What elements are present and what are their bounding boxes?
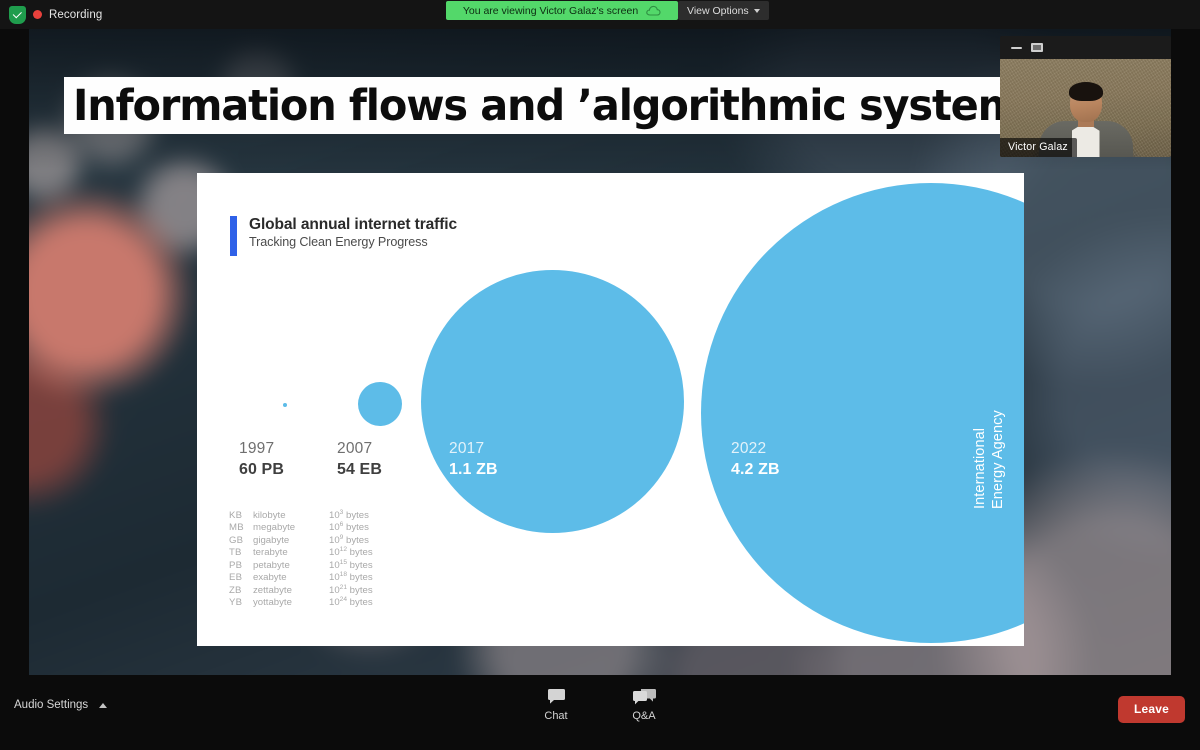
- chart-subtitle: Tracking Clean Energy Progress: [249, 235, 428, 249]
- participant-video-panel[interactable]: Victor Galaz: [1000, 36, 1171, 157]
- recording-indicator: Recording: [9, 5, 103, 24]
- video-feed: Victor Galaz: [1000, 59, 1171, 157]
- recording-dot-icon: [33, 10, 42, 19]
- cloud-icon: [646, 5, 661, 16]
- chart-source-line-2: Energy Agency: [989, 410, 1006, 509]
- qa-bubbles-icon: [632, 689, 656, 705]
- data-label-2017: 2017 1.1 ZB: [449, 439, 498, 480]
- maximize-icon[interactable]: [1031, 43, 1043, 52]
- bubble-2017: [421, 270, 684, 533]
- participant-name-label: Victor Galaz: [1000, 138, 1077, 157]
- unit-name: zettabyte: [253, 584, 292, 596]
- data-label-2007: 2007 54 EB: [337, 439, 382, 480]
- data-label-year: 1997: [239, 440, 275, 457]
- unit-abbr: PB: [229, 559, 243, 571]
- unit-bytes: 1012 bytes: [329, 546, 373, 559]
- unit-bytes: 1024 bytes: [329, 595, 373, 609]
- data-label-2022: 2022 4.2 ZB: [731, 439, 780, 480]
- meeting-bottom-bar: Audio Settings Chat Q&A Leave: [0, 675, 1200, 750]
- video-panel-controls: [1000, 36, 1171, 59]
- data-label-1997: 1997 60 PB: [239, 439, 284, 480]
- unit-name: megabyte: [253, 522, 296, 534]
- minimize-icon[interactable]: [1011, 46, 1022, 49]
- unit-abbr: MB: [229, 522, 244, 534]
- data-label-value: 54 EB: [337, 461, 382, 478]
- data-label-value: 1.1 ZB: [449, 461, 498, 478]
- chevron-down-icon: [753, 8, 760, 13]
- unit-abbr: KB: [229, 510, 243, 521]
- chart-source: International Energy Agency: [972, 369, 1007, 509]
- unit-legend-row: PB petabyte 1015 bytes: [229, 558, 373, 572]
- data-label-year: 2017: [449, 440, 485, 457]
- unit-name: gigabyte: [253, 534, 290, 546]
- unit-legend-row: ZB zettabyte 1021 bytes: [229, 583, 373, 597]
- unit-name: terabyte: [253, 547, 288, 559]
- unit-abbr: ZB: [229, 584, 242, 596]
- data-label-year: 2007: [337, 440, 373, 457]
- qa-button[interactable]: Q&A: [617, 689, 671, 722]
- unit-legend-row: KB kilobyte 103 bytes: [229, 508, 373, 522]
- chat-label: Chat: [544, 710, 568, 722]
- data-label-value: 60 PB: [239, 461, 284, 478]
- unit-legend-row: YB yottabyte 1024 bytes: [229, 595, 373, 609]
- unit-bytes: 106 bytes: [329, 521, 369, 534]
- slide-title-bar: Information flows and ’algorithmic syste…: [64, 77, 1143, 134]
- unit-bytes: 1021 bytes: [329, 583, 373, 596]
- chart-card: Global annual internet traffic Tracking …: [197, 173, 1024, 646]
- shield-check-icon: [9, 5, 26, 24]
- unit-name: petabyte: [253, 559, 290, 571]
- zoom-meeting-window: Recording You are viewing Victor Galaz's…: [0, 0, 1200, 750]
- data-label-year: 2022: [731, 440, 767, 457]
- unit-name: exabyte: [253, 572, 287, 584]
- view-options-button[interactable]: View Options: [678, 1, 769, 20]
- chat-button[interactable]: Chat: [529, 689, 583, 722]
- bubble-2007: [358, 382, 402, 426]
- bubble-1997: [283, 403, 287, 407]
- chat-bubble-icon: [547, 689, 566, 705]
- slide-title: Information flows and ’algorithmic syste…: [73, 80, 1059, 131]
- screen-share-text: You are viewing Victor Galaz's screen: [462, 4, 639, 17]
- unit-bytes: 1015 bytes: [329, 558, 373, 571]
- meeting-tools: Chat Q&A: [529, 689, 671, 722]
- chart-source-line-1: International: [972, 427, 988, 509]
- unit-bytes: 1018 bytes: [329, 571, 373, 584]
- screen-share-notice: You are viewing Victor Galaz's screen: [446, 1, 678, 20]
- unit-bytes: 109 bytes: [329, 533, 369, 546]
- person-hair: [1068, 82, 1103, 101]
- unit-bytes: 103 bytes: [329, 508, 369, 521]
- leave-button[interactable]: Leave: [1117, 696, 1185, 723]
- unit-legend-row: MB megabyte 106 bytes: [229, 521, 373, 534]
- chart-title: Global annual internet traffic: [249, 216, 457, 233]
- unit-legend-row: TB terabyte 1012 bytes: [229, 546, 373, 559]
- unit-abbr: GB: [229, 534, 244, 546]
- audio-settings-label: Audio Settings: [14, 699, 89, 711]
- meeting-top-bar: Recording You are viewing Victor Galaz's…: [0, 0, 1200, 29]
- recording-label: Recording: [49, 8, 103, 21]
- unit-legend: KB kilobyte 103 bytes MB megabyte 106 bytes GB…: [229, 508, 373, 610]
- unit-legend-row: EB exabyte 1018 bytes: [229, 571, 373, 584]
- unit-legend-table: KB kilobyte 103 bytes MB megabyte 106 bytes GB…: [229, 508, 373, 610]
- data-label-value: 4.2 ZB: [731, 461, 780, 478]
- chevron-up-icon[interactable]: [99, 702, 108, 708]
- unit-abbr: YB: [229, 597, 243, 609]
- audio-settings-button[interactable]: Audio Settings: [14, 699, 108, 711]
- chart-accent-bar: [230, 216, 237, 256]
- unit-name: yottabyte: [253, 597, 292, 609]
- qa-label: Q&A: [632, 710, 656, 722]
- unit-legend-row: GB gigabyte 109 bytes: [229, 533, 373, 547]
- view-options-label: View Options: [687, 4, 749, 17]
- unit-name: kilobyte: [253, 510, 286, 521]
- unit-abbr: EB: [229, 572, 243, 584]
- chart-header: Global annual internet traffic Tracking …: [230, 215, 457, 256]
- unit-abbr: TB: [229, 547, 242, 559]
